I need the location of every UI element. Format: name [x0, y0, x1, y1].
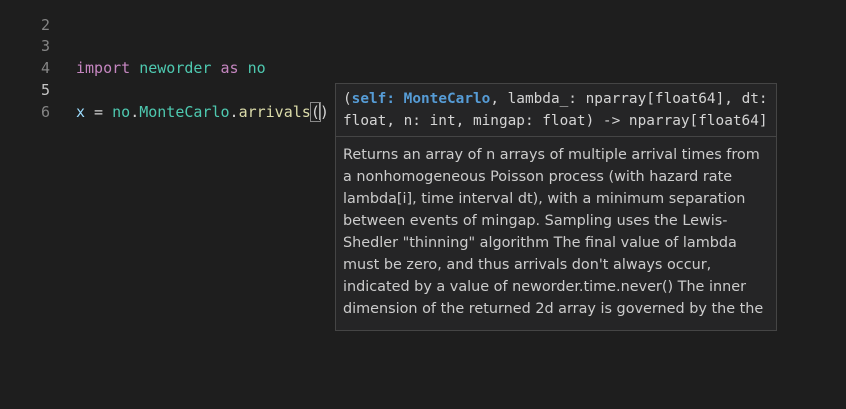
- signature-class: MonteCarlo: [403, 91, 491, 107]
- signature-self: self:: [351, 91, 395, 107]
- line-number: 6: [40, 103, 50, 121]
- signature-open-paren: (: [343, 91, 352, 107]
- editor-line[interactable]: 2: [0, 0, 50, 34]
- code-text[interactable]: import neworder as no: [76, 57, 266, 79]
- dot: .: [130, 103, 140, 121]
- editor-line[interactable]: 6: [0, 79, 50, 121]
- code-text[interactable]: x = no.MonteCarlo.arrivals(): [76, 101, 329, 123]
- variable-x: x: [76, 103, 86, 121]
- docstring: Returns an array of n arrays of multiple…: [343, 147, 764, 317]
- editor-line[interactable]: 4: [0, 35, 50, 77]
- as-keyword: as: [220, 59, 239, 77]
- class-name: MonteCarlo: [139, 103, 230, 121]
- method-name: arrivals: [238, 103, 311, 121]
- module-name: neworder: [139, 59, 212, 77]
- function-signature: (self: MonteCarlo, lambda_: nparray[floa…: [336, 84, 776, 137]
- close-paren: ): [319, 103, 329, 121]
- editor-line[interactable]: 3 import neworder as no: [0, 13, 266, 77]
- dot: .: [229, 103, 239, 121]
- module-alias: no: [247, 59, 266, 77]
- module-alias: no: [112, 103, 131, 121]
- editor-line-active[interactable]: 5 x = no.MonteCarlo.arrivals(): [0, 57, 329, 122]
- signature-hover-popup[interactable]: (self: MonteCarlo, lambda_: nparray[floa…: [335, 83, 777, 331]
- import-keyword: import: [76, 59, 131, 77]
- assign-operator: =: [85, 103, 113, 121]
